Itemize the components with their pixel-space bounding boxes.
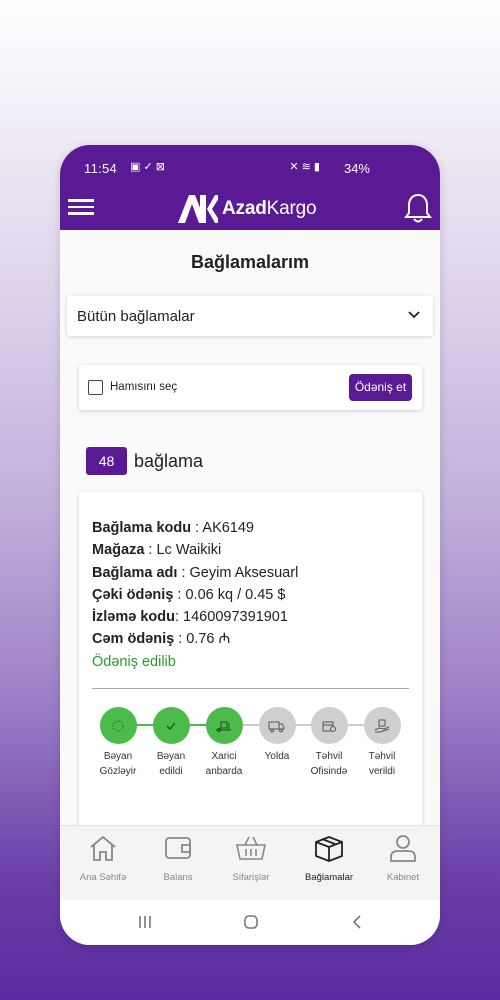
logo-text: AzadKargo	[222, 198, 317, 219]
user-icon	[390, 835, 416, 862]
hourglass-icon	[112, 720, 124, 731]
payment-status: Ödəniş edilib	[92, 653, 176, 670]
package-count-label: bağlama	[134, 451, 204, 471]
package-card[interactable]: Bağlama kodu : AK6149 Mağaza : Lc Waikik…	[79, 492, 422, 825]
package-icon	[315, 836, 343, 862]
nav-home-label: Ana Səhifə	[79, 872, 127, 883]
step-in-transit: Yolda	[247, 707, 307, 764]
home-icon	[90, 835, 116, 861]
step-declaration-pending: Bəyan Gözləyir	[88, 707, 148, 779]
nav-home[interactable]: Ana Səhifə	[65, 832, 141, 883]
package-name-row: Bağlama adı : Geyim Aksesuarl	[92, 564, 299, 581]
select-all-checkbox[interactable]	[88, 380, 103, 395]
tracking-code-row: İzləmə kodu: 1460097391901	[92, 609, 288, 626]
hand-box-icon	[374, 719, 390, 732]
nav-orders-label: Sifarişlər	[232, 872, 270, 883]
nav-profile[interactable]: Kabinet	[365, 832, 440, 883]
signal-icons: ✕ ≋ ▮	[289, 161, 320, 173]
menu-button[interactable]	[68, 195, 96, 221]
logo: AzadKargo	[178, 194, 317, 224]
package-count-badge: 48	[86, 447, 127, 475]
package-filter-dropdown[interactable]: Bütün bağlamalar	[67, 296, 433, 336]
nav-balance[interactable]: Balans	[140, 832, 216, 883]
truck-icon	[268, 721, 285, 732]
warehouse-icon	[216, 721, 231, 732]
store-row: Mağaza : Lc Waikiki	[92, 542, 222, 559]
basket-icon	[236, 836, 266, 860]
box-icon	[322, 721, 336, 732]
menu-icon	[68, 199, 94, 202]
page-title: Bağlamalarım	[190, 252, 310, 272]
step-declared: Bəyan edildi	[141, 707, 201, 779]
nav-packages[interactable]: Bağlamalar	[291, 832, 367, 883]
select-all-label: Hamısını seç	[110, 381, 178, 393]
pay-button[interactable]: Ödəniş et	[349, 374, 412, 401]
notifications-button[interactable]	[404, 192, 432, 224]
step-delivered: Təhvil verildi	[352, 707, 412, 779]
bell-icon	[404, 193, 432, 223]
nav-balance-label: Balans	[163, 872, 193, 883]
nav-packages-label: Bağlamalar	[304, 872, 354, 883]
recent-apps-icon[interactable]	[137, 914, 153, 930]
selection-bar: Hamısını seç Ödəniş et	[79, 365, 422, 410]
check-icon	[166, 722, 176, 730]
back-icon[interactable]	[350, 914, 366, 930]
package-code-row: Bağlama kodu : AK6149	[92, 520, 254, 536]
wallet-icon	[165, 837, 191, 859]
chevron-down-icon	[408, 311, 420, 319]
weight-payment-row: Çəki ödəniş : 0.06 kq / 0.45 $	[92, 586, 286, 603]
phone-screen: 11:54 ▣ ✓ ⊠ ✕ ≋ ▮ 34% AzadKargo Bağlamal…	[60, 145, 440, 945]
nav-profile-label: Kabinet	[386, 872, 420, 883]
filter-value: Bütün bağlamalar	[77, 308, 195, 325]
step-delivery-office: Təhvil Ofisində	[299, 707, 359, 779]
main-content: Bağlamalarım Bütün bağlamalar Hamısını s…	[60, 230, 440, 825]
nav-orders[interactable]: Sifarişlər	[213, 832, 289, 883]
package-info: Bağlama kodu : AK6149 Mağaza : Lc Waikik…	[92, 517, 298, 673]
battery-level: 34%	[343, 161, 370, 176]
home-button-icon[interactable]	[243, 914, 259, 930]
logo-mark-icon	[178, 195, 218, 223]
total-payment-row: Cəm ödəniş : 0.76 ₼	[92, 631, 231, 648]
divider	[92, 688, 409, 689]
app-bar: AzadKargo	[60, 187, 440, 230]
bottom-navigation: Ana Səhifə Balans Sifarişlər Bağlamalar …	[60, 825, 440, 900]
system-navigation-bar	[60, 900, 440, 945]
status-time: 11:54	[84, 161, 118, 176]
status-tracker: Bəyan Gözləyir Bəyan edildi Xarici anbar…	[79, 707, 422, 787]
status-bar: 11:54 ▣ ✓ ⊠ ✕ ≋ ▮ 34%	[60, 145, 440, 187]
step-foreign-warehouse: Xarici anbarda	[194, 707, 254, 779]
notification-icons: ▣ ✓ ⊠	[130, 161, 165, 173]
